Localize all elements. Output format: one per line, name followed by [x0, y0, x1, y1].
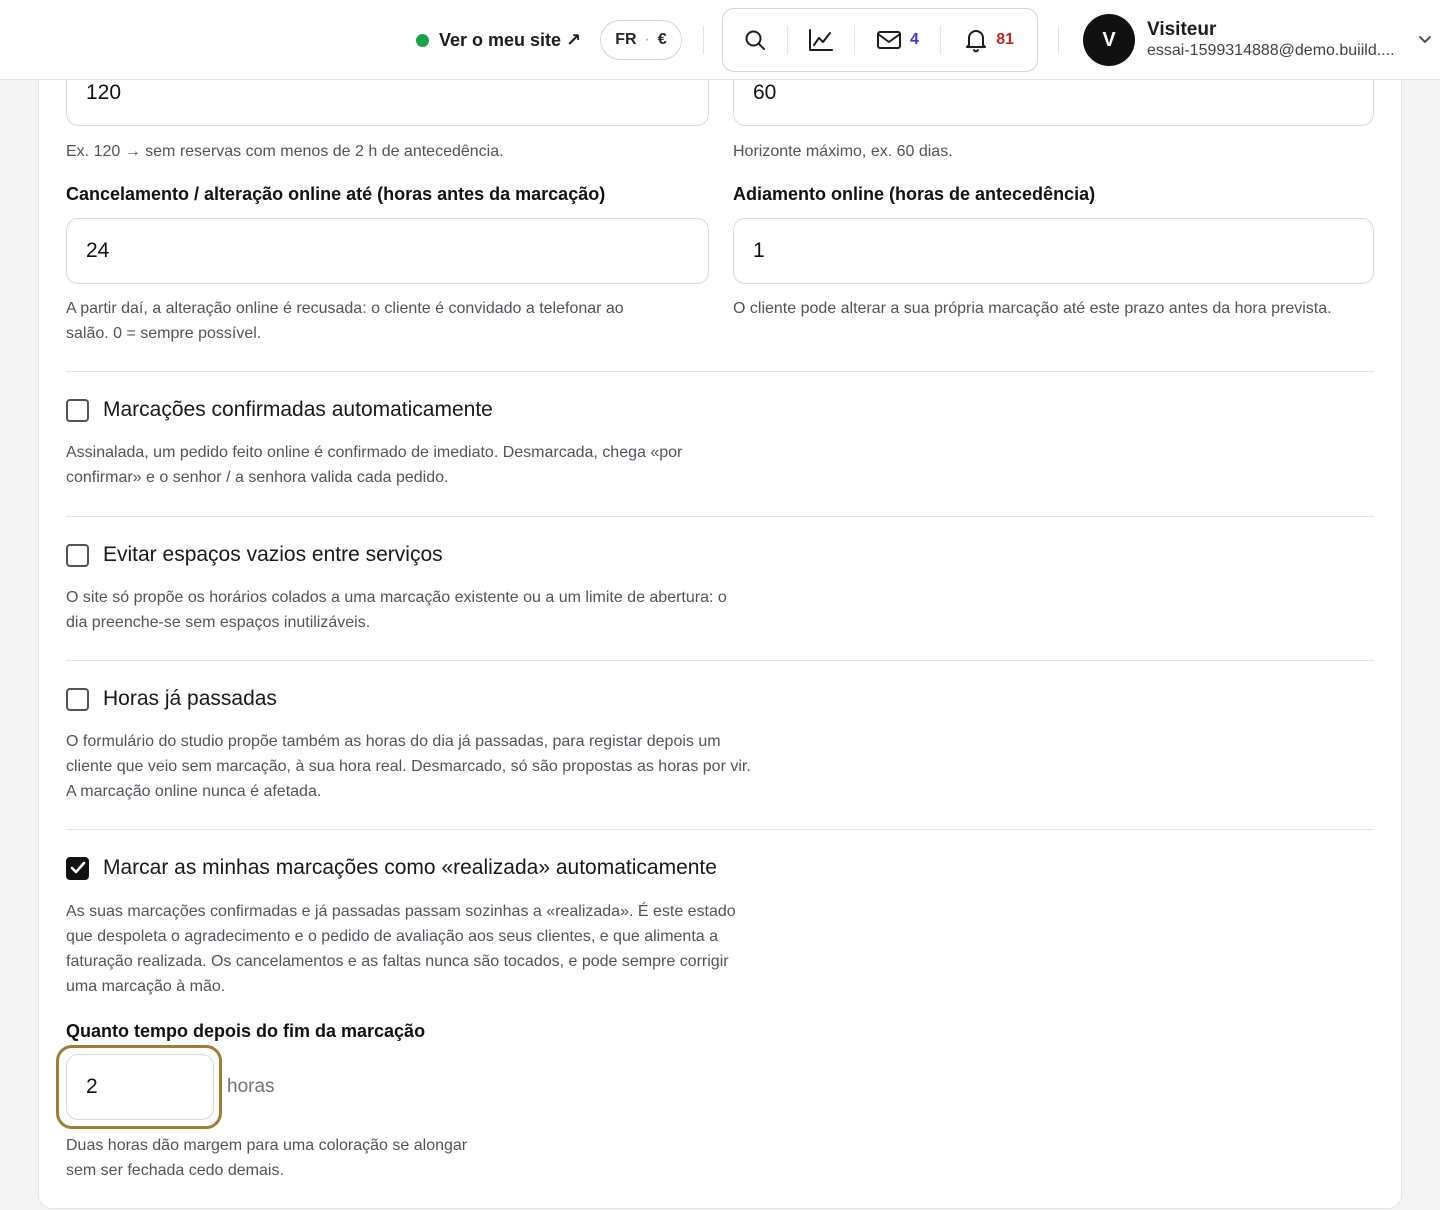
delay-after-value: 2: [86, 1075, 98, 1098]
help-line: As suas marcações confirmadas e já passa…: [66, 903, 736, 920]
header-divider: [703, 26, 704, 54]
delay-after-input[interactable]: 2: [66, 1054, 214, 1120]
search-icon: [745, 30, 765, 50]
past-hours-checkbox[interactable]: [66, 687, 89, 711]
delay-after-label: Quanto tempo depois do fim da marcação: [66, 1021, 426, 1041]
help-line: faturação realizada. Os cancelamentos e …: [66, 953, 729, 970]
postpone-input[interactable]: 1: [733, 218, 1374, 284]
currency-symbol: €: [657, 31, 667, 48]
messages-button[interactable]: 4: [855, 20, 941, 60]
help-line: salão. 0 = sempre possível.: [66, 325, 262, 342]
max-horizon-value: 60: [753, 81, 777, 104]
auto-confirm-checkbox[interactable]: [66, 398, 89, 422]
help-line: O formulário do studio propõe também as …: [66, 733, 721, 750]
header-divider: [1058, 26, 1059, 54]
auto-done-option[interactable]: Marcar as minhas marcações como «realiza…: [66, 856, 717, 880]
online-status-dot: [416, 33, 429, 47]
chevron-down-icon[interactable]: [1418, 32, 1432, 46]
help-line: dia preenche-se sem espaços inutilizávei…: [66, 614, 371, 631]
help-line: cliente que veio sem marcação, à sua hor…: [66, 758, 751, 775]
top-bar: Ver o meu site ↗ FR · € 4 81 V Visiteur …: [0, 0, 1440, 80]
stats-button[interactable]: [788, 20, 854, 60]
notifications-count: 81: [996, 31, 1015, 48]
avoid-gaps-label: Evitar espaços vazios entre serviços: [103, 543, 443, 566]
avoid-gaps-help: O site só propõe os horários colados a u…: [66, 585, 727, 635]
mail-icon: [877, 31, 901, 49]
past-hours-help: O formulário do studio propõe também as …: [66, 729, 751, 804]
section-divider: [66, 829, 1374, 830]
cancel-until-value: 24: [86, 239, 110, 262]
view-site-label: Ver o meu site ↗: [439, 29, 582, 50]
auto-done-checkbox[interactable]: [66, 856, 89, 880]
auto-done-label: Marcar as minhas marcações como «realiza…: [103, 856, 717, 879]
min-notice-help: Ex. 120 → sem reservas com menos de 2 h …: [66, 143, 504, 160]
auto-confirm-help: Assinalada, um pedido feito online é con…: [66, 440, 682, 490]
help-line: O site só propõe os horários colados a u…: [66, 589, 727, 606]
line-chart-icon: [808, 29, 833, 51]
help-line: A marcação online nunca é afetada.: [66, 783, 322, 800]
auto-done-help: As suas marcações confirmadas e já passa…: [66, 899, 736, 999]
help-line: confirmar» e o senhor / a senhora valida…: [66, 469, 449, 486]
postpone-label: Adiamento online (horas de antecedência): [733, 184, 1096, 204]
messages-count: 4: [910, 31, 919, 48]
delay-after-help: Duas horas dão margem para uma coloração…: [66, 1133, 467, 1183]
user-email: essai-1599314888@demo.buiild....: [1147, 42, 1395, 59]
view-site-link[interactable]: Ver o meu site ↗: [416, 26, 581, 54]
language-code: FR: [615, 31, 637, 48]
avoid-gaps-checkbox[interactable]: [66, 543, 89, 567]
search-button[interactable]: [723, 20, 787, 60]
help-line: A partir daí, a alteração online é recus…: [66, 300, 624, 317]
bell-icon: [966, 30, 987, 53]
cancel-until-help: A partir daí, a alteração online é recus…: [66, 296, 624, 346]
section-divider: [66, 371, 1374, 372]
help-line: que despoleta o agradecimento e o pedido…: [66, 928, 719, 945]
postpone-help: O cliente pode alterar a sua própria mar…: [733, 300, 1332, 317]
max-horizon-help: Horizonte máximo, ex. 60 dias.: [733, 143, 953, 160]
notifications-button[interactable]: 81: [941, 20, 1037, 60]
past-hours-label: Horas já passadas: [103, 687, 277, 710]
help-line: Duas horas dão margem para uma coloração…: [66, 1137, 468, 1154]
help-line: Assinalada, um pedido feito online é con…: [66, 444, 683, 461]
help-line: sem ser fechada cedo demais.: [66, 1162, 284, 1179]
separator-dot: ·: [644, 31, 650, 48]
cancel-until-input[interactable]: 24: [66, 218, 709, 284]
cancel-until-label: Cancelamento / alteração online até (hor…: [66, 184, 606, 204]
past-hours-option[interactable]: Horas já passadas: [66, 687, 277, 711]
auto-confirm-option[interactable]: Marcações confirmadas automaticamente: [66, 398, 493, 422]
help-line: uma marcação à mão.: [66, 978, 226, 995]
section-divider: [66, 660, 1374, 661]
auto-confirm-label: Marcações confirmadas automaticamente: [103, 398, 493, 421]
checkmark-icon: [70, 861, 85, 874]
avatar[interactable]: V: [1083, 14, 1135, 66]
user-name[interactable]: Visiteur: [1147, 19, 1216, 41]
section-divider: [66, 516, 1374, 517]
avoid-gaps-option[interactable]: Evitar espaços vazios entre serviços: [66, 543, 443, 567]
language-currency-selector[interactable]: FR · €: [600, 20, 682, 60]
delay-after-unit: horas: [227, 1076, 275, 1097]
postpone-value: 1: [753, 239, 765, 262]
header-actions: 4 81: [722, 8, 1038, 72]
min-notice-value: 120: [86, 81, 122, 104]
